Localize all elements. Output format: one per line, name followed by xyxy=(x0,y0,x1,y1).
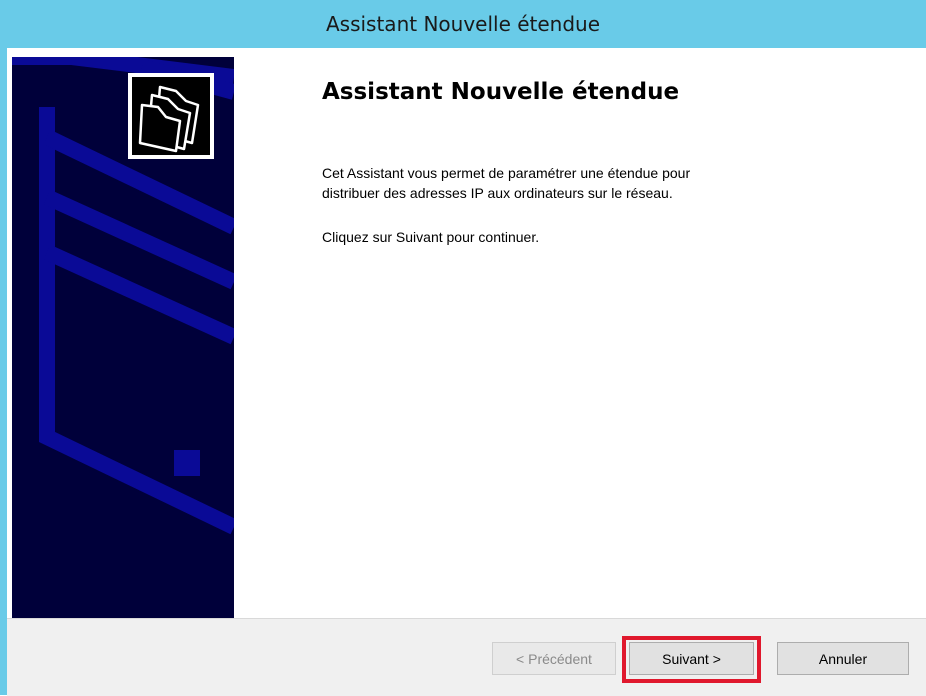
folders-icon xyxy=(132,77,210,155)
wizard-window: Assistant Nouvelle étendue Assistant Nou… xyxy=(0,0,926,696)
description-line-1: Cet Assistant vous permet de paramétrer … xyxy=(322,165,691,181)
banner-square xyxy=(174,450,200,476)
page-title: Assistant Nouvelle étendue xyxy=(322,79,680,105)
wizard-content: Assistant Nouvelle étendue Cet Assistant… xyxy=(234,57,926,618)
folders-icon-frame xyxy=(128,73,214,159)
previous-button[interactable]: < Précédent xyxy=(492,642,616,675)
description-line-2: distribuer des adresses IP aux ordinateu… xyxy=(322,185,673,201)
cancel-button[interactable]: Annuler xyxy=(777,642,909,675)
next-button-highlight xyxy=(622,636,761,683)
wizard-banner xyxy=(12,57,234,618)
instruction-text: Cliquez sur Suivant pour continuer. xyxy=(322,229,540,245)
folders-icon-svg xyxy=(138,85,200,153)
title-bar[interactable]: Assistant Nouvelle étendue xyxy=(0,0,926,48)
window-title: Assistant Nouvelle étendue xyxy=(325,12,601,36)
